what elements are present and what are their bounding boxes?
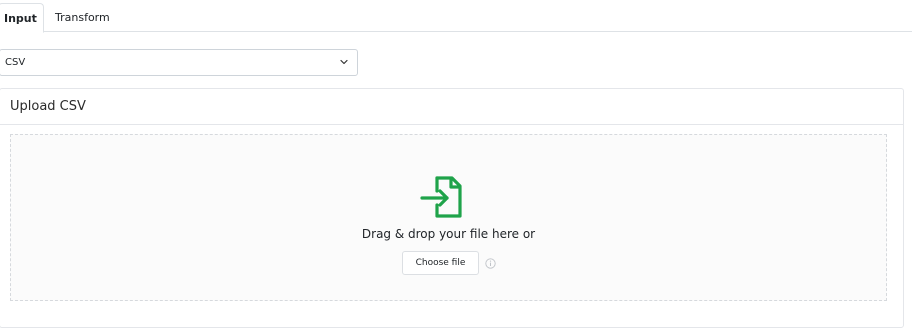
card-title: Upload CSV xyxy=(10,99,86,114)
format-select-value: CSV xyxy=(5,57,26,68)
info-icon[interactable] xyxy=(485,258,496,269)
file-dropzone[interactable]: Drag & drop your file here or Choose fil… xyxy=(10,134,887,301)
format-select[interactable]: CSV xyxy=(0,49,358,76)
file-import-icon xyxy=(420,176,462,218)
chevron-down-icon xyxy=(340,59,348,65)
tab-transform[interactable]: Transform xyxy=(55,3,110,32)
choose-file-button[interactable]: Choose file xyxy=(402,251,479,275)
upload-card: Upload CSV Drag & drop your file here or… xyxy=(0,88,904,328)
tab-bar: Input Transform xyxy=(0,0,912,33)
tab-input[interactable]: Input xyxy=(0,3,44,33)
card-header: Upload CSV xyxy=(0,89,903,125)
dropzone-prompt: Drag & drop your file here or xyxy=(361,227,536,241)
